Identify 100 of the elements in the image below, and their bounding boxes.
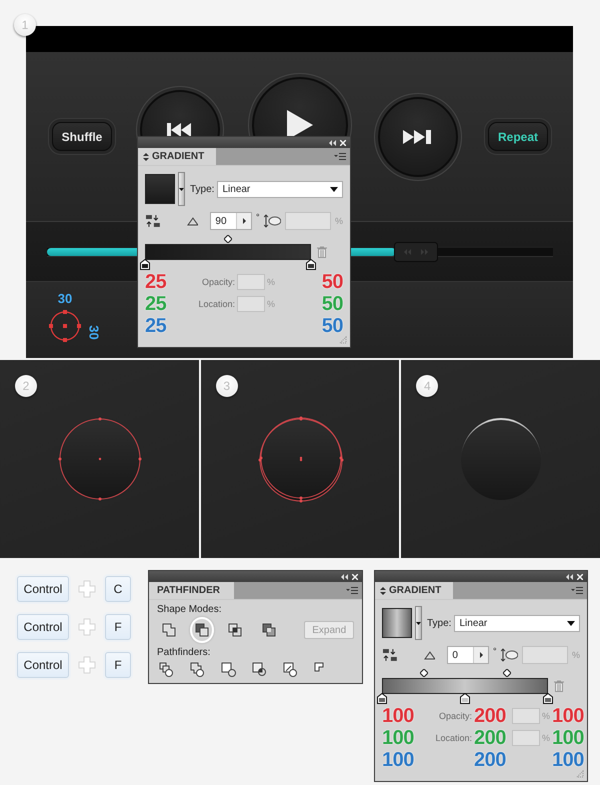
aspect-ratio-icon: [500, 648, 518, 662]
key-cap: F: [105, 614, 131, 640]
arrow-icon[interactable]: [480, 652, 483, 658]
location-field[interactable]: [512, 730, 540, 746]
menu-icon[interactable]: [334, 153, 346, 160]
location-label: Location:: [198, 299, 236, 309]
dimension-label: 30: [58, 291, 72, 306]
opacity-label: Opacity:: [438, 711, 473, 721]
panel-tab[interactable]: GRADIENT: [375, 582, 454, 599]
overlapping-squares-icon: [262, 623, 276, 637]
previous-icon: [167, 122, 193, 136]
menu-icon[interactable]: [571, 587, 583, 594]
color-value: 100: [382, 705, 415, 727]
percent-sign: %: [541, 733, 552, 743]
close-icon[interactable]: [352, 574, 358, 580]
percent-sign: %: [266, 277, 276, 287]
key-cap: C: [105, 576, 131, 602]
key-cap: Control: [17, 576, 69, 602]
caret-icon: [330, 186, 338, 192]
gradient-swatch[interactable]: [145, 174, 175, 204]
color-value: 200: [474, 705, 507, 727]
location-field[interactable]: [237, 296, 265, 312]
color-stop[interactable]: [460, 693, 470, 704]
arrow-icon[interactable]: [242, 218, 246, 224]
percent-sign: %: [266, 299, 276, 309]
percent-sign: %: [541, 711, 552, 721]
overlapping-squares-icon: [228, 623, 242, 637]
aspect-field[interactable]: [285, 212, 331, 230]
key-cap: Control: [17, 614, 69, 640]
plus-icon: [78, 656, 96, 674]
section-label: Pathfinders:: [157, 647, 212, 658]
color-value: 25: [145, 293, 168, 315]
swatch-dropdown[interactable]: [178, 172, 185, 206]
section-label: Shape Modes:: [157, 604, 222, 615]
color-value: 100: [382, 749, 415, 771]
gradient-swatch[interactable]: [382, 608, 412, 638]
overlapping-squares-icon: [195, 623, 210, 637]
collapse-icon[interactable]: [566, 574, 573, 580]
color-value: 100: [382, 727, 415, 749]
angle-icon: [186, 216, 198, 226]
opacity-field[interactable]: [512, 708, 540, 724]
close-icon[interactable]: [577, 574, 583, 580]
color-stop[interactable]: [306, 259, 316, 270]
degree-sign: °: [256, 212, 260, 222]
panel-tab[interactable]: PATHFINDER: [149, 582, 234, 599]
caret-icon: [179, 188, 184, 190]
location-label: Location:: [435, 733, 473, 743]
color-value: 200: [474, 727, 507, 749]
up-down-arrows-icon: [380, 586, 386, 594]
percent-sign: %: [572, 650, 580, 660]
angle-field[interactable]: 90: [210, 212, 252, 230]
type-dropdown[interactable]: Linear: [217, 180, 343, 198]
reverse-gradient-icon[interactable]: [145, 214, 161, 228]
panel-tab[interactable]: GRADIENT: [138, 148, 216, 165]
menu-icon[interactable]: [346, 587, 358, 594]
circle-dimension-drawing: [48, 309, 82, 343]
collapse-icon[interactable]: [341, 574, 348, 580]
angle-icon: [424, 650, 436, 660]
step-badge: 4: [416, 375, 438, 397]
close-icon[interactable]: [340, 140, 346, 146]
color-value: 25: [145, 315, 168, 337]
color-value: 200: [474, 749, 507, 771]
color-stop[interactable]: [543, 693, 553, 704]
color-value: 50: [322, 315, 343, 337]
angle-field[interactable]: 0: [447, 646, 490, 664]
opacity-field[interactable]: [237, 274, 265, 290]
type-label: Type:: [190, 184, 214, 194]
collapse-icon[interactable]: [329, 140, 336, 146]
opacity-label: Opacity:: [202, 277, 236, 287]
type-label: Type:: [427, 618, 452, 628]
plus-icon: [78, 580, 96, 598]
color-value: 50: [322, 293, 343, 315]
next-icon: [403, 130, 433, 144]
shape-mode-button[interactable]: [190, 617, 214, 643]
slider-thumb[interactable]: [394, 242, 438, 262]
reverse-gradient-icon[interactable]: [382, 648, 398, 662]
color-stop[interactable]: [140, 259, 150, 270]
degree-sign: °: [493, 646, 497, 656]
step-badge: 3: [216, 375, 238, 397]
plus-icon: [78, 618, 96, 636]
swatch-dropdown[interactable]: [415, 606, 422, 640]
color-stop[interactable]: [377, 693, 387, 704]
color-value: 25: [145, 271, 168, 293]
aspect-ratio-icon: [264, 214, 282, 228]
resize-grip-icon[interactable]: [339, 336, 347, 344]
color-value: 100: [552, 727, 584, 749]
step-badge: 1: [14, 14, 36, 36]
color-value: 100: [552, 749, 584, 771]
percent-sign: %: [334, 216, 343, 226]
key-cap: Control: [17, 652, 69, 678]
caret-icon: [567, 620, 575, 626]
caret-icon: [416, 622, 421, 624]
color-value: 50: [322, 271, 343, 293]
type-dropdown[interactable]: Linear: [454, 614, 580, 632]
gradient-bar[interactable]: [382, 678, 548, 694]
color-value: 100: [552, 705, 584, 727]
up-down-arrows-icon: [143, 152, 149, 160]
key-cap: F: [105, 652, 131, 678]
aspect-field[interactable]: [522, 646, 568, 664]
resize-grip-icon[interactable]: [576, 770, 584, 778]
